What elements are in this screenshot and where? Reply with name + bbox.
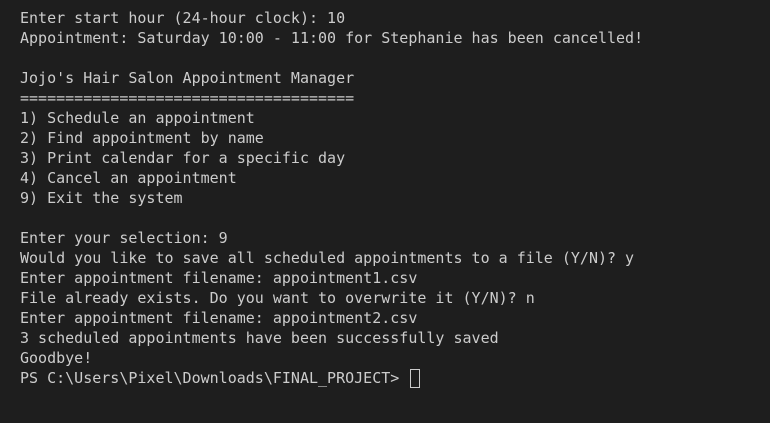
menu-option-schedule: 1) Schedule an appointment [20,109,255,127]
menu-option-exit: 9) Exit the system [20,189,183,207]
output-line-cancel-confirmation: Appointment: Saturday 10:00 - 11:00 for … [20,29,644,47]
text-cursor[interactable] [410,368,421,388]
terminal-panel[interactable]: Enter start hour (24-hour clock): 10 App… [0,0,770,423]
output-line-selection: Enter your selection: 9 [20,229,228,247]
menu-option-print-calendar: 3) Print calendar for a specific day [20,149,346,167]
menu-title: Jojo's Hair Salon Appointment Manager [20,69,355,87]
output-line-save-prompt: Would you like to save all scheduled app… [20,249,635,267]
menu-option-cancel: 4) Cancel an appointment [20,169,237,187]
shell-prompt-line[interactable]: PS C:\Users\Pixel\Downloads\FINAL_PROJEC… [20,368,770,388]
output-line-filename-2: Enter appointment filename: appointment2… [20,309,418,327]
output-line-start-hour: Enter start hour (24-hour clock): 10 [20,9,346,27]
output-line-saved-confirmation: 3 scheduled appointments have been succe… [20,329,499,347]
menu-option-find: 2) Find appointment by name [20,129,264,147]
output-line-goodbye: Goodbye! [20,349,93,367]
menu-divider: ===================================== [20,89,355,107]
output-line-overwrite-prompt: File already exists. Do you want to over… [20,289,535,307]
shell-prompt: PS C:\Users\Pixel\Downloads\FINAL_PROJEC… [20,369,409,387]
output-line-filename-1: Enter appointment filename: appointment1… [20,269,418,287]
